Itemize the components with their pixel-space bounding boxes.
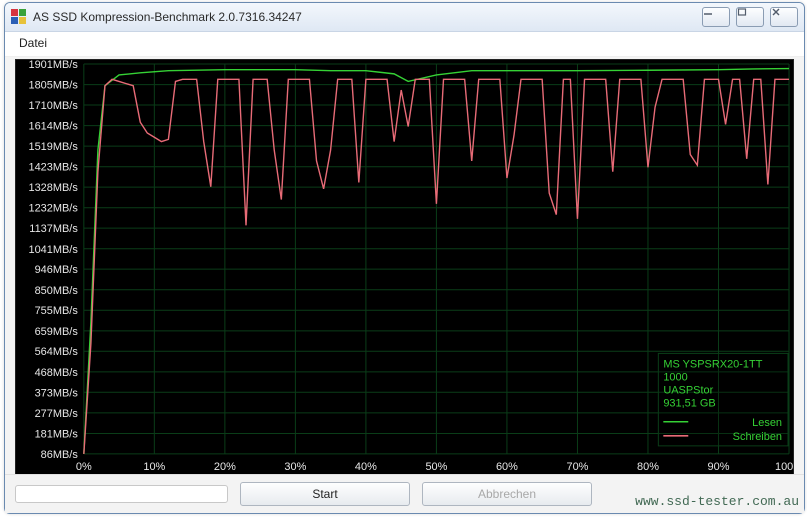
svg-text:946MB/s: 946MB/s xyxy=(35,264,79,276)
bottom-bar: Start Abbrechen xyxy=(5,474,804,513)
svg-text:373MB/s: 373MB/s xyxy=(35,387,79,399)
svg-text:20%: 20% xyxy=(214,461,236,473)
svg-text:1710MB/s: 1710MB/s xyxy=(28,100,78,112)
svg-text:MS YSPSRX20-1TT: MS YSPSRX20-1TT xyxy=(663,358,762,370)
maximize-icon xyxy=(737,8,763,26)
maximize-button[interactable] xyxy=(736,7,764,27)
svg-text:1901MB/s: 1901MB/s xyxy=(28,60,78,71)
progress-bar xyxy=(15,485,228,503)
close-button[interactable] xyxy=(770,7,798,27)
svg-text:90%: 90% xyxy=(708,461,730,473)
svg-text:1519MB/s: 1519MB/s xyxy=(28,141,78,153)
app-window: AS SSD Kompression-Benchmark 2.0.7316.34… xyxy=(4,2,805,514)
svg-text:30%: 30% xyxy=(284,461,306,473)
svg-text:Schreiben: Schreiben xyxy=(733,431,782,443)
cancel-button[interactable]: Abbrechen xyxy=(422,482,592,506)
start-button[interactable]: Start xyxy=(240,482,410,506)
chart-area: 86MB/s 181MB/s 277MB/s 373MB/s 468MB/s 564MB/… xyxy=(15,59,794,475)
close-icon xyxy=(771,8,797,26)
svg-text:70%: 70% xyxy=(566,461,588,473)
svg-text:86MB/s: 86MB/s xyxy=(41,449,79,461)
svg-text:80%: 80% xyxy=(637,461,659,473)
svg-text:40%: 40% xyxy=(355,461,377,473)
svg-text:1000: 1000 xyxy=(663,372,687,384)
svg-text:468MB/s: 468MB/s xyxy=(35,367,79,379)
compression-chart: 86MB/s 181MB/s 277MB/s 373MB/s 468MB/s 564MB/… xyxy=(16,60,793,474)
svg-text:Lesen: Lesen xyxy=(752,417,782,429)
svg-text:931,51 GB: 931,51 GB xyxy=(663,398,715,410)
svg-text:1805MB/s: 1805MB/s xyxy=(28,80,78,92)
svg-text:10%: 10% xyxy=(143,461,165,473)
svg-text:1232MB/s: 1232MB/s xyxy=(28,203,78,215)
app-icon xyxy=(11,9,27,25)
titlebar: AS SSD Kompression-Benchmark 2.0.7316.34… xyxy=(5,3,804,32)
svg-text:1423MB/s: 1423MB/s xyxy=(28,162,78,174)
menu-file[interactable]: Datei xyxy=(15,34,51,52)
svg-text:277MB/s: 277MB/s xyxy=(35,408,79,420)
svg-text:0%: 0% xyxy=(76,461,92,473)
svg-text:50%: 50% xyxy=(425,461,447,473)
svg-text:659MB/s: 659MB/s xyxy=(35,326,79,338)
svg-text:850MB/s: 850MB/s xyxy=(35,285,79,297)
minimize-button[interactable] xyxy=(702,7,730,27)
svg-text:564MB/s: 564MB/s xyxy=(35,346,79,358)
svg-text:UASPStor: UASPStor xyxy=(663,385,713,397)
svg-text:60%: 60% xyxy=(496,461,518,473)
svg-text:181MB/s: 181MB/s xyxy=(35,428,79,440)
svg-text:100%: 100% xyxy=(775,461,793,473)
window-title: AS SSD Kompression-Benchmark 2.0.7316.34… xyxy=(33,10,302,24)
svg-text:1614MB/s: 1614MB/s xyxy=(28,121,78,133)
menubar: Datei xyxy=(5,32,804,57)
window-controls xyxy=(702,7,798,27)
minimize-icon xyxy=(703,8,729,26)
svg-text:755MB/s: 755MB/s xyxy=(35,305,79,317)
svg-text:1328MB/s: 1328MB/s xyxy=(28,182,78,194)
svg-text:1137MB/s: 1137MB/s xyxy=(29,223,78,235)
svg-text:1041MB/s: 1041MB/s xyxy=(28,244,78,256)
